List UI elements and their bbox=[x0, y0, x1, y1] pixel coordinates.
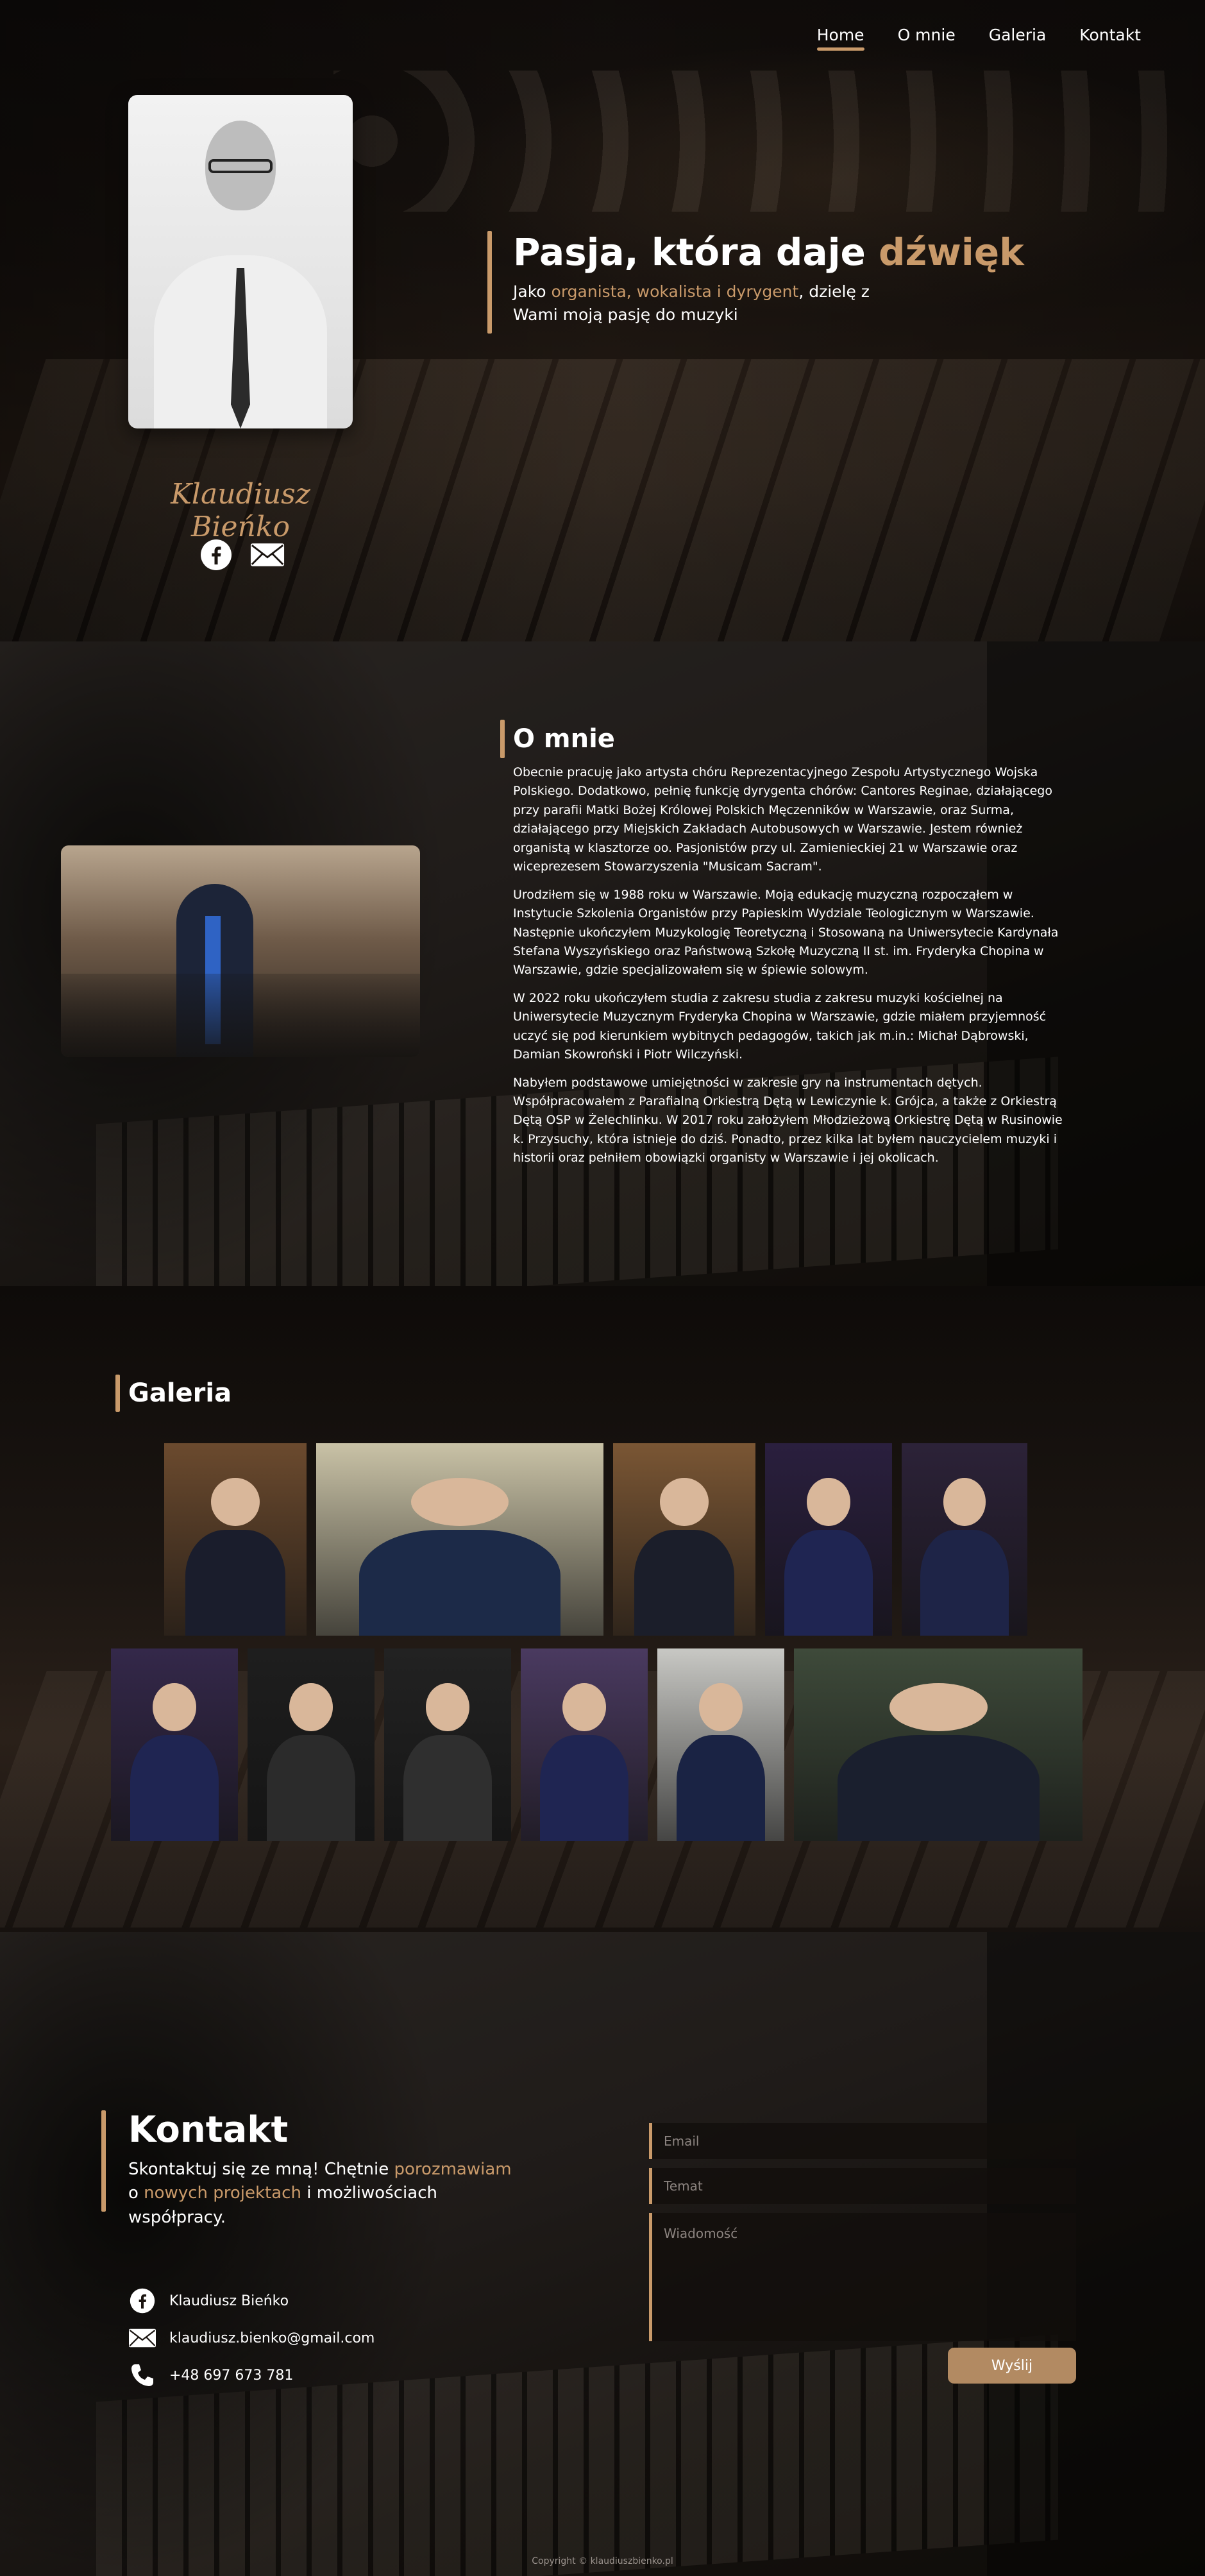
about-paragraph: W 2022 roku ukończyłem studia z zakresu … bbox=[513, 990, 1047, 1062]
footer-copyright: Copyright © klaudiuszbienko.pl bbox=[532, 2556, 673, 2566]
gallery-row-2 bbox=[111, 1648, 1083, 1841]
nav-about[interactable]: O mnie bbox=[898, 26, 956, 51]
about-heading: O mnie bbox=[500, 720, 615, 758]
contact-facebook-link[interactable]: Klaudiusz Bieńko bbox=[128, 2282, 375, 2319]
contact-header: Kontakt Skontaktuj się ze mną! Chętnie p… bbox=[101, 2110, 526, 2230]
nav-gallery[interactable]: Galeria bbox=[989, 26, 1047, 51]
gallery-photo-organ-1[interactable] bbox=[164, 1443, 307, 1636]
facebook-icon bbox=[128, 2287, 156, 2315]
contact-facebook-text: Klaudiusz Bieńko bbox=[169, 2292, 289, 2309]
gallery-photo-organ-2[interactable] bbox=[613, 1443, 755, 1636]
gallery-photo-portrait-2[interactable] bbox=[902, 1443, 1027, 1636]
main-navigation: Home O mnie Galeria Kontakt bbox=[0, 0, 1205, 71]
phone-icon bbox=[128, 2361, 156, 2389]
gallery-photo-singing[interactable] bbox=[316, 1443, 603, 1636]
gallery-row-1 bbox=[164, 1443, 1027, 1636]
gallery-photo-conducting-2[interactable] bbox=[794, 1648, 1083, 1841]
gallery-photo-portrait-4[interactable] bbox=[521, 1648, 648, 1841]
facebook-icon[interactable] bbox=[199, 538, 233, 572]
hero-subtitle: Jako organista, wokalista i dyrygent, dz… bbox=[513, 282, 870, 324]
message-field[interactable] bbox=[649, 2213, 1076, 2341]
gallery-photo-conducting-1[interactable] bbox=[657, 1648, 784, 1841]
hero-tagline: Pasja, która daje dźwięk Jako organista,… bbox=[487, 230, 1024, 334]
nav-contact[interactable]: Kontakt bbox=[1079, 26, 1141, 51]
hero-social-links bbox=[199, 538, 285, 572]
gallery-photo-portrait-1[interactable] bbox=[765, 1443, 892, 1636]
about-paragraph: Obecnie pracuję jako artysta chóru Repre… bbox=[513, 765, 1052, 874]
about-paragraph: Nabyłem podstawowe umiejętności w zakres… bbox=[513, 1075, 1063, 1165]
contact-phone-text: +48 697 673 781 bbox=[169, 2367, 294, 2384]
hero-portrait bbox=[128, 95, 353, 428]
send-button[interactable]: Wyślij bbox=[948, 2348, 1076, 2384]
gallery-heading: Galeria bbox=[115, 1375, 232, 1412]
gallery-photo-portrait-3[interactable] bbox=[111, 1648, 238, 1841]
contact-details: Klaudiusz Bieńko klaudiusz.bienko@gmail.… bbox=[128, 2282, 375, 2394]
hero-title: Pasja, która daje dźwięk bbox=[513, 230, 1024, 274]
email-icon bbox=[128, 2324, 156, 2352]
signature-logo: Klaudiusz Bieńko bbox=[171, 478, 310, 543]
subject-field[interactable] bbox=[649, 2168, 1076, 2204]
gallery-photo-bw-1[interactable] bbox=[248, 1648, 375, 1841]
contact-email-text: klaudiusz.bienko@gmail.com bbox=[169, 2330, 375, 2346]
email-field[interactable] bbox=[649, 2123, 1076, 2159]
nav-links: Home O mnie Galeria Kontakt bbox=[816, 26, 1141, 51]
email-icon[interactable] bbox=[250, 538, 285, 572]
gallery-photo-bw-2[interactable] bbox=[384, 1648, 511, 1841]
about-paragraph: Urodziłem się w 1988 roku w Warszawie. M… bbox=[513, 887, 1059, 978]
contact-title: Kontakt bbox=[128, 2109, 289, 2151]
contact-form: Wyślij bbox=[649, 2123, 1076, 2384]
contact-phone-link[interactable]: +48 697 673 781 bbox=[128, 2357, 375, 2394]
about-photo-conducting bbox=[61, 845, 420, 1057]
contact-subtitle: Skontaktuj się ze mną! Chętnie porozmawi… bbox=[128, 2159, 512, 2227]
contact-email-link[interactable]: klaudiusz.bienko@gmail.com bbox=[128, 2319, 375, 2357]
about-text: Obecnie pracuję jako artysta chóru Repre… bbox=[513, 763, 1065, 1177]
nav-home[interactable]: Home bbox=[816, 26, 864, 51]
